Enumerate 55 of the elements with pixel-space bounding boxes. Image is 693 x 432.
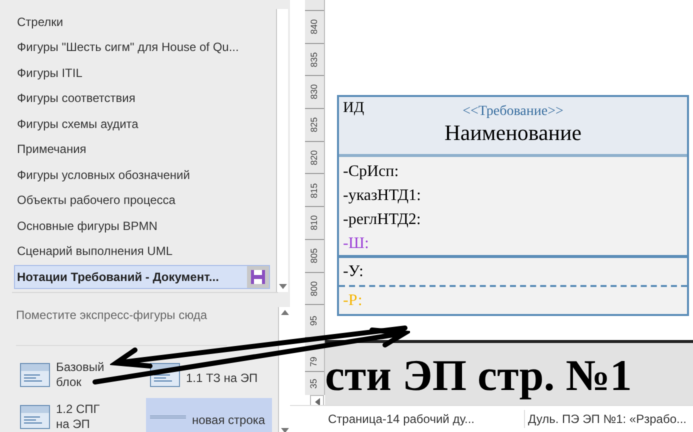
shape-label: Базовый блок	[56, 360, 106, 390]
save-icon[interactable]	[247, 266, 269, 288]
stencil-item[interactable]: Фигуры условных обозначений	[14, 162, 270, 188]
id-label: ИД	[343, 99, 366, 118]
ruler-label: 840	[308, 19, 320, 34]
ruler-label: 830	[308, 84, 320, 100]
ruler-label: 95	[308, 316, 320, 326]
stencil-item[interactable]: Фигуры "Шесть сигм" для House of Qu...	[14, 34, 270, 60]
ruler-label: 815	[308, 182, 320, 198]
page-tab[interactable]: Страница-14 рабочий ду...	[325, 410, 525, 428]
stencil-item[interactable]: Стрелки	[14, 9, 270, 34]
down-arrow-icon[interactable]	[280, 428, 288, 432]
ruler-label: 800	[308, 280, 320, 296]
attribute-text: -реглНТД2:	[343, 210, 421, 230]
up-arrow-icon[interactable]	[280, 310, 288, 315]
stencil-name: Нотации Требований - Документ...	[17, 269, 219, 286]
stencil-item[interactable]: Фигуры ITIL	[14, 60, 270, 86]
page-title: сти ЭП стр. №1	[325, 352, 633, 400]
ruler-label: 79	[308, 357, 320, 368]
ruler-label: 805	[308, 248, 320, 264]
block-shape-icon	[20, 363, 50, 387]
stencil-item[interactable]: Фигуры соответствия	[14, 86, 270, 111]
down-arrow-icon[interactable]	[278, 284, 286, 289]
quick-shape[interactable]: 1.2 СПГ на ЭП	[16, 398, 142, 432]
page-tab[interactable]: Дуль. ПЭ ЭП №1: «Рзрабо...	[525, 410, 693, 428]
ruler-label: 835	[308, 52, 320, 68]
scrollbar[interactable]	[276, 9, 288, 292]
operation-text: -Р:	[343, 291, 362, 311]
block-shape-icon	[20, 405, 50, 429]
operation-text: -У:	[343, 262, 364, 282]
left-arrow-icon	[314, 398, 320, 406]
ruler-label: 35	[308, 378, 320, 388]
shape-label: 1.1 ТЗ на ЭП	[186, 370, 258, 386]
drop-hint: Поместите экспресс-фигуры сюда	[16, 306, 228, 346]
ruler-label: 810	[308, 215, 320, 230]
quick-shape[interactable]: 1.1 ТЗ на ЭП	[146, 356, 272, 394]
stencil-item[interactable]: Нотации Требований - Документ...	[14, 265, 270, 289]
quick-shape[interactable]: Базовый блок	[16, 356, 142, 394]
scrollbar[interactable]	[278, 307, 290, 432]
stencil-item[interactable]: Объекты рабочего процесса	[14, 188, 270, 213]
ruler-label: 820	[308, 150, 320, 166]
quick-shape[interactable]: новая строка	[146, 398, 272, 432]
shape-title: Наименование	[444, 120, 582, 146]
shape-label: новая строка	[192, 412, 266, 428]
stereotype-label: <<Требование>>	[462, 104, 564, 120]
ruler-label: 825	[308, 117, 320, 132]
line-shape-icon	[150, 415, 186, 419]
stencil-item[interactable]: Примечания	[14, 136, 270, 162]
shape-label: 1.2 СПГ на ЭП	[56, 402, 101, 432]
attribute-text: -указНТД1:	[343, 186, 421, 206]
stencil-item[interactable]: Сценарий выполнения UML	[14, 238, 270, 264]
stencil-item[interactable]: Фигуры схемы аудита	[14, 111, 270, 136]
attribute-text: -Ш:	[343, 234, 369, 254]
attribute-text: -СрИсп:	[343, 162, 399, 182]
stencil-item[interactable]: Основные фигуры BPMN	[14, 213, 270, 238]
